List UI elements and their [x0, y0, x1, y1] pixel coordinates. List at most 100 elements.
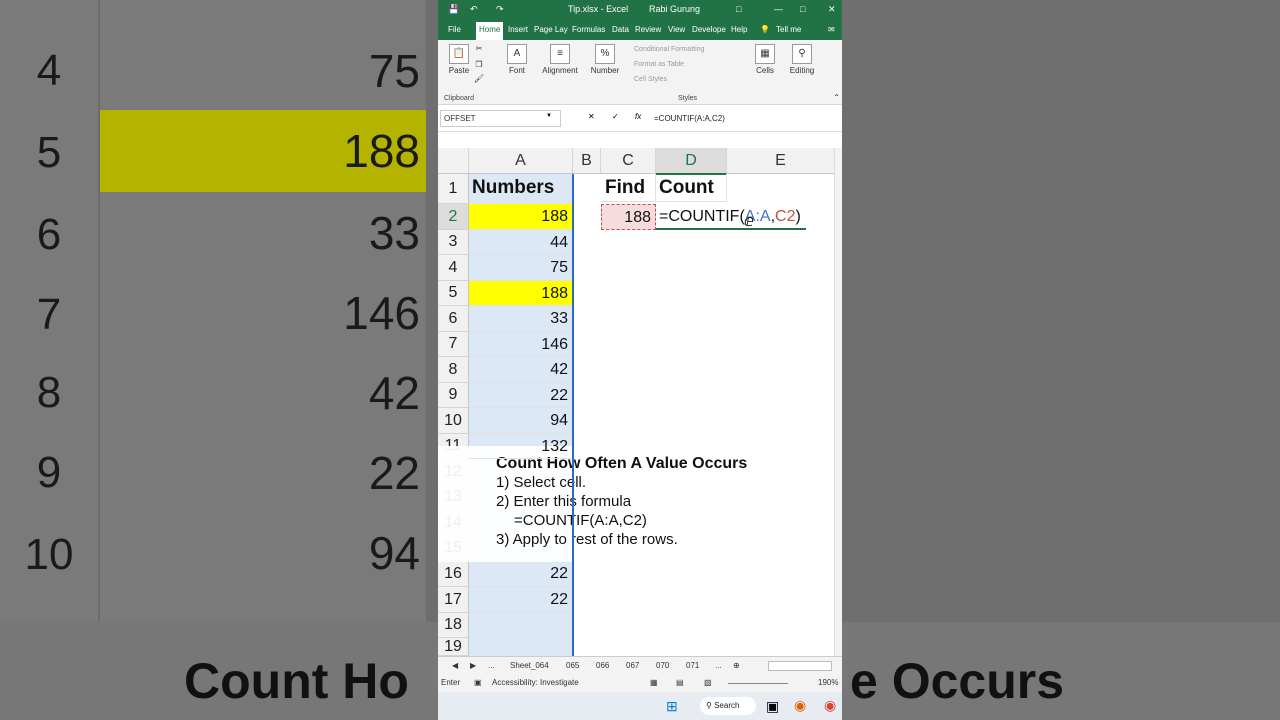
tab-home[interactable]: Home	[476, 22, 504, 40]
prev-sheet-icon[interactable]: ◀	[452, 661, 458, 670]
cell-a4[interactable]: 75	[469, 255, 573, 281]
restore-icon[interactable]: □	[736, 4, 741, 14]
row-header-2[interactable]: 2	[438, 204, 469, 230]
tab-view[interactable]: View	[668, 25, 685, 34]
function-icon[interactable]: fx	[635, 112, 641, 121]
normal-view-icon[interactable]: ▦	[650, 678, 658, 687]
collapse-ribbon-icon[interactable]: ⌃	[833, 93, 840, 102]
paste-button[interactable]: 📋 Paste	[444, 44, 474, 75]
tab-file[interactable]: File	[448, 25, 461, 34]
tab-data[interactable]: Data	[612, 25, 629, 34]
horizontal-scrollbar[interactable]	[768, 661, 832, 671]
chevron-down-icon[interactable]: ▼	[546, 113, 552, 119]
conditional-formatting-button[interactable]: Conditional Formatting	[634, 46, 704, 53]
column-header-a[interactable]: A	[469, 148, 573, 174]
tab-insert[interactable]: Insert	[508, 25, 528, 34]
minimize-icon[interactable]: —	[774, 4, 783, 14]
cell-a1[interactable]: Numbers	[469, 174, 573, 202]
cell-a2[interactable]: 188	[469, 204, 573, 230]
more-sheets-left[interactable]: ...	[488, 661, 495, 670]
tab-formulas[interactable]: Formulas	[572, 25, 605, 34]
tab-help[interactable]: Help	[731, 25, 747, 34]
cell-c1[interactable]: Find	[601, 174, 656, 202]
row-header-10[interactable]: 10	[438, 408, 469, 434]
cell-c2[interactable]: 188	[601, 204, 656, 230]
redo-icon[interactable]: ↷	[496, 4, 504, 15]
row-header-4[interactable]: 4	[438, 255, 469, 281]
column-header-e[interactable]: E	[727, 148, 835, 174]
row-header-6[interactable]: 6	[438, 306, 469, 332]
macro-record-icon[interactable]: ▣	[474, 678, 482, 687]
tab-tell-me[interactable]: Tell me	[776, 25, 801, 34]
chrome-icon[interactable]: ◉	[824, 697, 836, 714]
close-icon[interactable]: ✕	[828, 4, 836, 15]
row-header-1[interactable]: 1	[438, 174, 469, 204]
cells-button[interactable]: ▦ Cells	[752, 44, 778, 75]
number-button[interactable]: % Number	[588, 44, 622, 75]
tab-developer[interactable]: Develope	[692, 25, 726, 34]
zoom-slider[interactable]	[728, 683, 788, 684]
cancel-icon[interactable]: ✕	[588, 112, 595, 121]
tab-page-layout[interactable]: Page Lay	[534, 25, 568, 34]
cell-a9[interactable]: 22	[469, 383, 573, 408]
undo-icon[interactable]: ↶	[470, 4, 478, 15]
zoom-level[interactable]: 190%	[818, 678, 838, 687]
sheet-tab[interactable]: 067	[626, 661, 639, 670]
row-header-8[interactable]: 8	[438, 357, 469, 383]
format-as-table-button[interactable]: Format as Table	[634, 61, 684, 68]
row-header-3[interactable]: 3	[438, 230, 469, 255]
copy-icon[interactable]: ❐	[472, 60, 486, 69]
cell-d1[interactable]: Count	[656, 174, 727, 202]
cell-a10[interactable]: 94	[469, 408, 573, 434]
firefox-icon[interactable]: ◉	[794, 697, 806, 714]
cell-a8[interactable]: 42	[469, 357, 573, 383]
name-box[interactable]: OFFSET	[440, 110, 561, 127]
column-header-b[interactable]: B	[573, 148, 601, 174]
page-break-view-icon[interactable]: ▧	[704, 678, 712, 687]
more-sheets-right[interactable]: ...	[715, 661, 722, 670]
taskbar-search[interactable]: ⚲ Search	[700, 697, 756, 715]
row-header-7[interactable]: 7	[438, 332, 469, 357]
cell-a16[interactable]: 22	[469, 561, 573, 587]
windows-start-icon[interactable]: ⊞	[666, 698, 678, 715]
row-header-5[interactable]: 5	[438, 281, 469, 306]
row-header-19[interactable]: 19	[438, 638, 469, 656]
column-header-d[interactable]: D	[656, 148, 727, 175]
enter-icon[interactable]: ✓	[612, 112, 619, 121]
page-layout-view-icon[interactable]: ▤	[676, 678, 684, 687]
sheet-tab[interactable]: 070	[656, 661, 669, 670]
accessibility-status[interactable]: Accessibility: Investigate	[492, 678, 579, 687]
cell-styles-button[interactable]: Cell Styles	[634, 76, 667, 83]
cell-d2-editing[interactable]: =COUNTIF(A:A,C2)	[656, 204, 806, 230]
cell-a3[interactable]: 44	[469, 230, 573, 255]
add-sheet-icon[interactable]: ⊕	[733, 661, 740, 670]
row-header-18[interactable]: 18	[438, 613, 469, 638]
maximize-icon[interactable]: □	[800, 4, 805, 14]
select-all[interactable]	[438, 148, 469, 174]
formula-input[interactable]: =COUNTIF(A:A,C2)	[654, 114, 725, 123]
sheet-tab[interactable]: 066	[596, 661, 609, 670]
row-header-16[interactable]: 16	[438, 561, 469, 587]
font-button[interactable]: A Font	[502, 44, 532, 75]
cut-icon[interactable]: ✂	[472, 44, 486, 53]
comments-icon[interactable]: ✉	[828, 25, 835, 34]
alignment-button[interactable]: ≡ Alignment	[538, 44, 582, 75]
sheet-tab[interactable]: Sheet_064	[510, 661, 549, 670]
vertical-scrollbar[interactable]	[834, 148, 842, 656]
sheet-tab[interactable]: 071	[686, 661, 699, 670]
cell-a11[interactable]: 132	[469, 434, 573, 459]
next-sheet-icon[interactable]: ▶	[470, 661, 476, 670]
row-header-17[interactable]: 17	[438, 587, 469, 613]
editing-button[interactable]: ⚲ Editing	[786, 44, 818, 75]
format-painter-icon[interactable]: 🖌	[472, 74, 486, 83]
sheet-tab[interactable]: 065	[566, 661, 579, 670]
cell-a5[interactable]: 188	[469, 281, 573, 306]
cell-a6[interactable]: 33	[469, 306, 573, 332]
row-header-9[interactable]: 9	[438, 383, 469, 408]
cell-a7[interactable]: 146	[469, 332, 573, 357]
task-view-icon[interactable]: ▣	[766, 698, 779, 715]
save-icon[interactable]: 💾	[448, 4, 459, 15]
cell-a17[interactable]: 22	[469, 587, 573, 613]
tab-review[interactable]: Review	[635, 25, 661, 34]
worksheet-grid[interactable]: A B C D E 1 2 188 3 44 4 75 5 188 6 33 7 146 8 42 9 22 10…	[438, 148, 842, 656]
